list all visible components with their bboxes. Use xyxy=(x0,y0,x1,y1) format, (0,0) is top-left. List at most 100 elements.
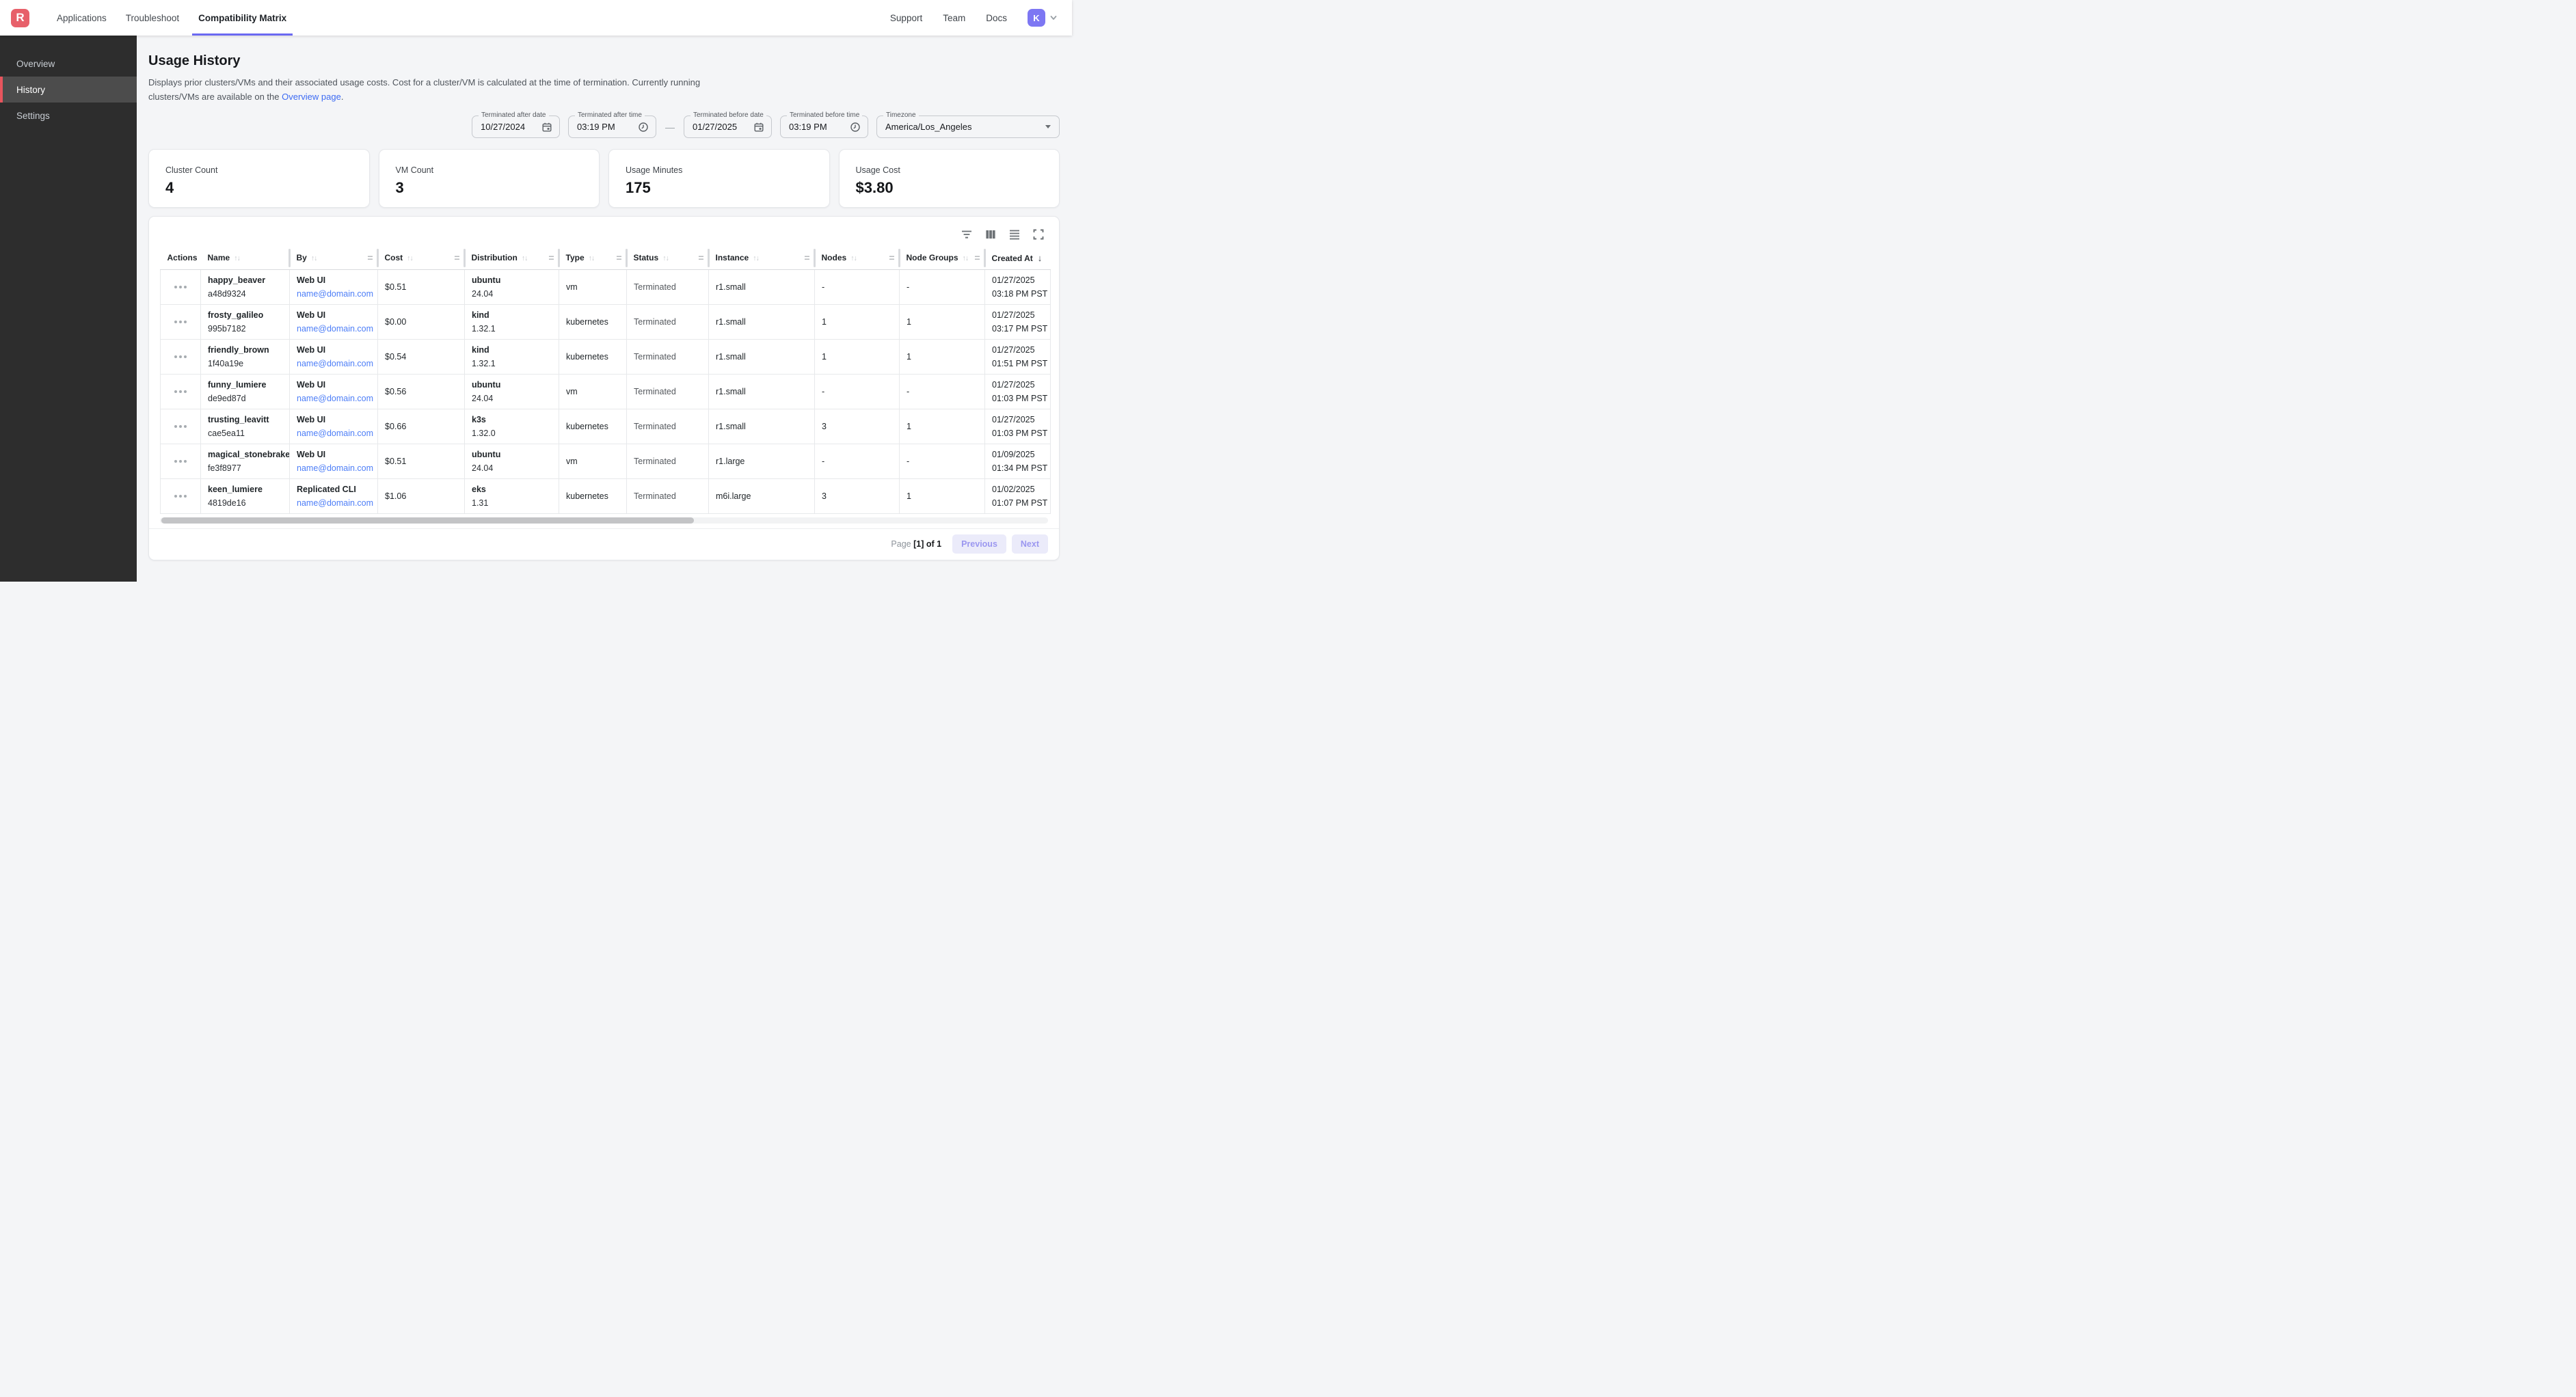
name-id: 1f40a19e xyxy=(208,357,282,370)
timezone-select[interactable]: Timezone America/Los_Angeles xyxy=(876,116,1060,138)
row-actions-button[interactable] xyxy=(167,425,193,428)
column-drag-handle-icon[interactable]: = xyxy=(367,252,373,263)
tab-troubleshoot[interactable]: Troubleshoot xyxy=(116,0,189,36)
tab-compatibility-matrix[interactable]: Compatibility Matrix xyxy=(189,0,296,36)
docs-link[interactable]: Docs xyxy=(986,13,1007,23)
row-actions-button[interactable] xyxy=(167,390,193,393)
cell-cost: $0.51 xyxy=(378,269,465,304)
column-header-label: Status xyxy=(634,253,659,262)
sort-icon[interactable]: ↑↓ xyxy=(662,254,669,262)
column-header-name[interactable]: Name↑↓ xyxy=(201,247,290,269)
sort-icon[interactable]: ↑↓ xyxy=(234,254,240,262)
table-wrap: ActionsName↑↓By↑↓=Cost↑↓=Distribution↑↓=… xyxy=(149,247,1059,514)
by-email-link[interactable]: name@domain.com xyxy=(297,289,373,299)
calendar-icon[interactable] xyxy=(541,122,552,133)
horizontal-scrollbar-thumb[interactable] xyxy=(161,517,694,524)
columns-icon[interactable] xyxy=(982,226,999,243)
field-value: America/Los_Angeles xyxy=(885,122,971,132)
name-primary: frosty_galileo xyxy=(208,308,282,322)
sort-icon[interactable]: ↑↓ xyxy=(589,254,595,262)
sort-icon[interactable]: ↑↓ xyxy=(753,254,759,262)
previous-page-button[interactable]: Previous xyxy=(952,534,1006,554)
density-icon[interactable] xyxy=(1006,226,1023,243)
tab-applications[interactable]: Applications xyxy=(47,0,116,36)
terminated-after-time-field[interactable]: Terminated after time 03:19 PM xyxy=(568,116,656,138)
cell-node-groups: 1 xyxy=(900,304,985,339)
column-header-by[interactable]: By↑↓= xyxy=(290,247,378,269)
cell-type: kubernetes xyxy=(559,478,627,513)
sidebar-item-overview[interactable]: Overview xyxy=(0,51,137,77)
next-page-button[interactable]: Next xyxy=(1012,534,1048,554)
column-header-node-groups[interactable]: Node Groups↑↓= xyxy=(900,247,985,269)
sort-icon[interactable]: ↑↓ xyxy=(963,254,969,262)
name-id: fe3f8977 xyxy=(208,461,282,475)
column-drag-handle-icon[interactable]: = xyxy=(974,252,980,263)
avatar[interactable]: K xyxy=(1028,9,1045,27)
created-time: 01:07 PM PST xyxy=(992,496,1049,510)
by-email-link[interactable]: name@domain.com xyxy=(297,359,373,368)
created-time: 01:34 PM PST xyxy=(992,461,1049,475)
column-header-status[interactable]: Status↑↓ = xyxy=(627,247,709,269)
row-actions-button[interactable] xyxy=(167,286,193,288)
name-primary: keen_lumiere xyxy=(208,483,282,496)
account-menu[interactable]: K xyxy=(1028,9,1058,27)
row-actions-button[interactable] xyxy=(167,355,193,358)
filter-icon[interactable] xyxy=(958,226,976,243)
sort-icon[interactable]: ↑↓ xyxy=(522,254,528,262)
calendar-icon[interactable] xyxy=(753,122,764,133)
clock-icon[interactable] xyxy=(850,122,861,133)
support-link[interactable]: Support xyxy=(890,13,922,23)
column-header-nodes[interactable]: Nodes↑↓= xyxy=(815,247,900,269)
top-navigation: R Applications Troubleshoot Compatibilit… xyxy=(0,0,1072,36)
name-id: de9ed87d xyxy=(208,392,282,405)
terminated-after-date-field[interactable]: Terminated after date 10/27/2024 xyxy=(472,116,560,138)
cell-name: trusting_leavittcae5ea11 xyxy=(201,409,290,444)
replicated-logo[interactable]: R xyxy=(11,9,29,27)
by-email-link[interactable]: name@domain.com xyxy=(297,324,373,334)
column-drag-handle-icon[interactable]: = xyxy=(698,252,703,263)
stat-cards: Cluster Count 4 VM Count 3 Usage Minutes… xyxy=(148,149,1060,208)
cell-nodes: - xyxy=(815,269,900,304)
sort-icon[interactable]: ↑↓ xyxy=(311,254,317,262)
column-drag-handle-icon[interactable]: = xyxy=(454,252,459,263)
sort-icon[interactable]: ↑↓ xyxy=(850,254,857,262)
by-email-link[interactable]: name@domain.com xyxy=(297,429,373,438)
column-drag-handle-icon[interactable]: = xyxy=(548,252,554,263)
column-header-instance[interactable]: Instance↑↓= xyxy=(709,247,815,269)
horizontal-scrollbar-track[interactable] xyxy=(160,517,1048,524)
row-actions-button[interactable] xyxy=(167,321,193,323)
terminated-before-time-field[interactable]: Terminated before time 03:19 PM xyxy=(780,116,868,138)
cell-type: kubernetes xyxy=(559,339,627,374)
cell-status: Terminated xyxy=(627,478,709,513)
chevron-down-icon[interactable] xyxy=(1049,13,1058,23)
cell-node-groups: 1 xyxy=(900,478,985,513)
by-email-link[interactable]: name@domain.com xyxy=(297,463,373,473)
page-of-total: of 1 xyxy=(926,539,941,549)
clock-icon[interactable] xyxy=(638,122,649,133)
field-label: Terminated before date xyxy=(690,111,766,119)
overview-page-link[interactable]: Overview page xyxy=(282,92,341,102)
column-header-distribution[interactable]: Distribution↑↓= xyxy=(465,247,559,269)
filters-row: Terminated after date 10/27/2024 Termina… xyxy=(148,116,1060,138)
by-email-link[interactable]: name@domain.com xyxy=(297,394,373,403)
fullscreen-icon[interactable] xyxy=(1030,226,1047,243)
row-actions-button[interactable] xyxy=(167,495,193,498)
column-header-label: Created At xyxy=(992,254,1033,263)
cell-cost: $0.00 xyxy=(378,304,465,339)
row-actions-button[interactable] xyxy=(167,460,193,463)
cell-instance: r1.small xyxy=(709,339,815,374)
stat-value: 3 xyxy=(396,179,583,197)
sidebar-item-history[interactable]: History xyxy=(0,77,137,103)
column-drag-handle-icon[interactable]: = xyxy=(804,252,809,263)
team-link[interactable]: Team xyxy=(943,13,965,23)
field-label: Terminated after time xyxy=(575,111,645,119)
sidebar-item-settings[interactable]: Settings xyxy=(0,103,137,128)
created-date: 01/27/2025 xyxy=(992,308,1049,322)
column-header-cost[interactable]: Cost↑↓= xyxy=(378,247,465,269)
terminated-before-date-field[interactable]: Terminated before date 01/27/2025 xyxy=(684,116,772,138)
column-drag-handle-icon[interactable]: = xyxy=(889,252,894,263)
by-email-link[interactable]: name@domain.com xyxy=(297,498,373,508)
column-header-type[interactable]: Type↑↓= xyxy=(559,247,627,269)
sort-icon[interactable]: ↑↓ xyxy=(407,254,413,262)
column-drag-handle-icon[interactable]: = xyxy=(616,252,621,263)
